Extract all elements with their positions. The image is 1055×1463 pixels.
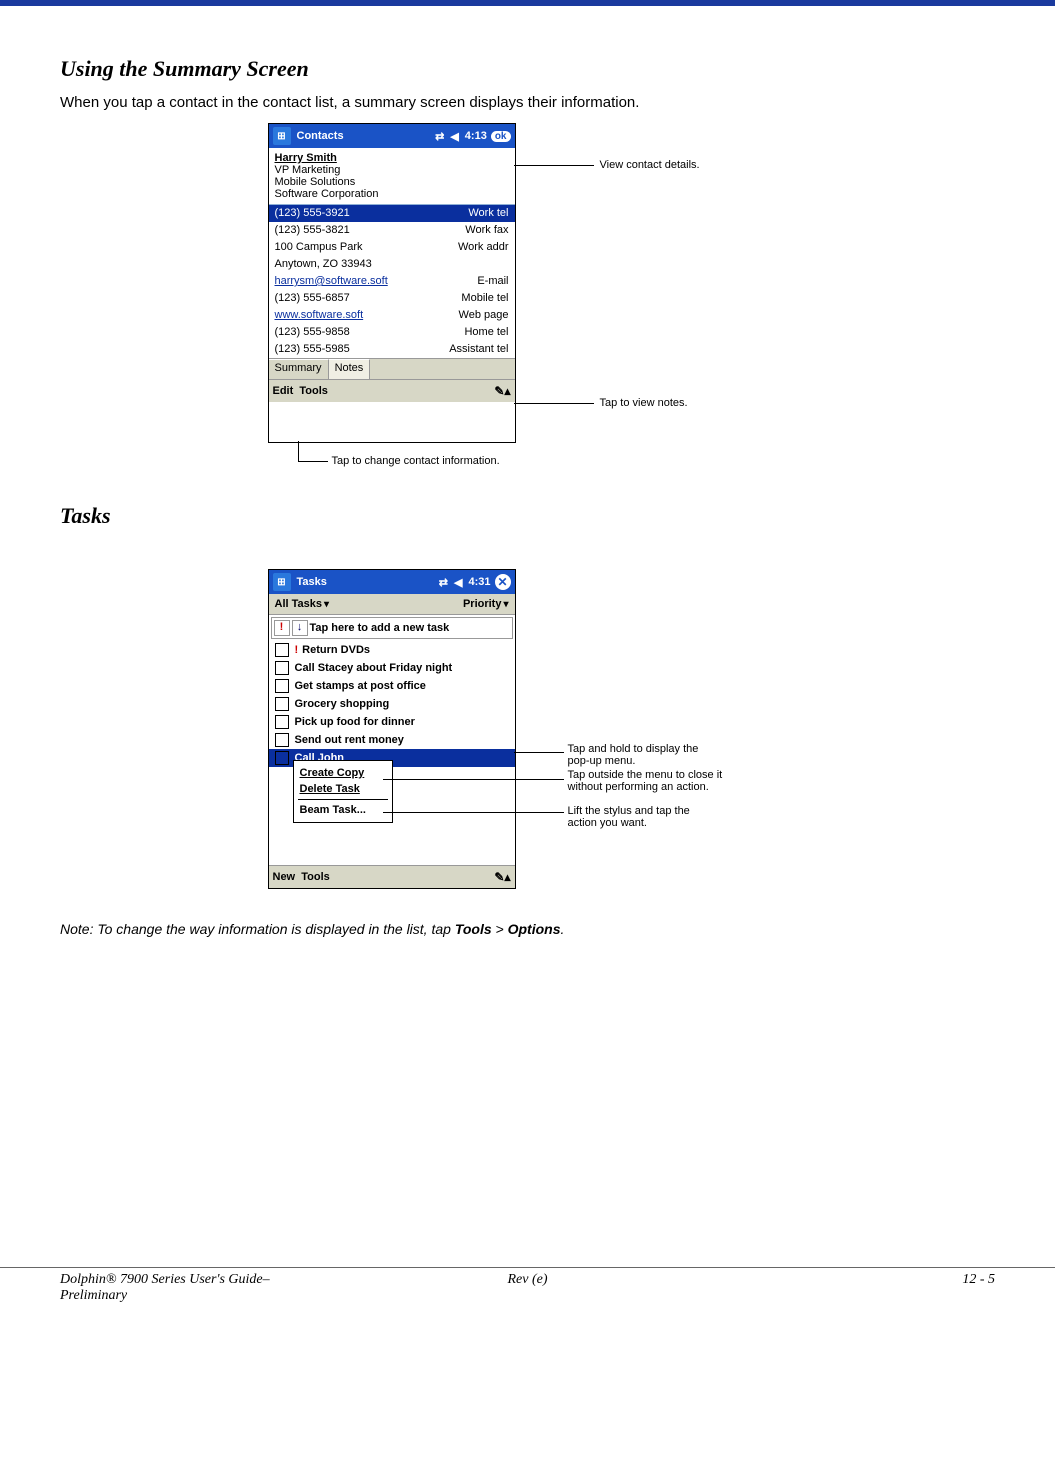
tasks-filter-bar: All Tasks▾ Priority▾: [269, 594, 515, 615]
contact-row[interactable]: (123) 555-9858Home tel: [269, 324, 515, 341]
close-button[interactable]: ✕: [495, 574, 511, 590]
footer-rule: [0, 1267, 1055, 1268]
contact-company1: Mobile Solutions: [275, 176, 509, 188]
contact-row[interactable]: www.software.softWeb page: [269, 307, 515, 324]
menu-delete-task[interactable]: Delete Task: [298, 781, 388, 797]
menu-tools-tasks[interactable]: Tools: [301, 871, 330, 883]
checkbox[interactable]: [275, 679, 289, 693]
callout-taphold: Tap and hold to display the pop-up menu.: [568, 743, 718, 767]
contact-row[interactable]: (123) 555-3821Work fax: [269, 222, 515, 239]
checkbox[interactable]: [275, 751, 289, 765]
task-list: !Return DVDsCall Stacey about Friday nig…: [269, 641, 515, 767]
footer-title: Dolphin® 7900 Series User's Guide–: [60, 1272, 270, 1287]
new-task-placeholder: Tap here to add a new task: [310, 622, 450, 634]
contact-fields: (123) 555-3921Work tel(123) 555-3821Work…: [269, 205, 515, 358]
top-border: [0, 0, 1055, 6]
task-row[interactable]: Send out rent money: [269, 731, 515, 749]
contact-row[interactable]: (123) 555-6857Mobile tel: [269, 290, 515, 307]
connectivity-icon: ⇄: [435, 130, 444, 143]
start-icon: ⊞: [273, 573, 291, 591]
contact-header: Harry Smith VP Marketing Mobile Solution…: [269, 148, 515, 205]
new-task-entry[interactable]: ! ↓ Tap here to add a new task: [271, 617, 513, 639]
callout-viewdetails: View contact details.: [600, 159, 700, 171]
connectivity-icon: ⇄: [439, 576, 448, 589]
tab-notes[interactable]: Notes: [329, 359, 371, 379]
sip-icon[interactable]: ✎▴: [494, 384, 510, 398]
heading-tasks: Tasks: [60, 503, 995, 529]
footer-rev: Rev (e): [434, 1272, 621, 1304]
callout-outside: Tap outside the menu to close it without…: [568, 769, 728, 793]
clock-time-tasks: 4:31: [468, 576, 490, 588]
filter-all[interactable]: All Tasks▾: [275, 598, 330, 610]
heading-summary: Using the Summary Screen: [60, 56, 995, 82]
titlebar-tasks: ⊞ Tasks ⇄ ◀ 4:31 ✕: [269, 570, 515, 594]
contact-row[interactable]: harrysm@software.softE-mail: [269, 273, 515, 290]
contact-row[interactable]: 100 Campus ParkWork addr: [269, 239, 515, 256]
callout-edit: Tap to change contact information.: [332, 455, 500, 467]
sip-icon[interactable]: ✎▴: [494, 870, 510, 884]
context-menu: Create Copy Delete Task Beam Task...: [293, 760, 393, 823]
tab-summary[interactable]: Summary: [269, 359, 329, 379]
contact-row[interactable]: (123) 555-5985Assistant tel: [269, 341, 515, 358]
menu-create-copy[interactable]: Create Copy: [298, 765, 388, 781]
checkbox[interactable]: [275, 733, 289, 747]
priority-high-icon: !: [274, 620, 290, 636]
menu-edit[interactable]: Edit: [273, 385, 294, 397]
footer-pagenum: 12 - 5: [621, 1272, 995, 1304]
figure-tasks: ⊞ Tasks ⇄ ◀ 4:31 ✕ All Tasks▾ Priority▾ …: [268, 569, 788, 911]
bottom-menu-tasks: New Tools ✎▴: [269, 865, 515, 888]
task-row[interactable]: Pick up food for dinner: [269, 713, 515, 731]
volume-icon: ◀: [454, 576, 462, 589]
checkbox[interactable]: [275, 715, 289, 729]
filter-priority[interactable]: Priority▾: [463, 598, 509, 610]
contact-company2: Software Corporation: [275, 188, 509, 200]
priority-icon: !: [295, 644, 299, 656]
priority-low-icon: ↓: [292, 620, 308, 636]
callout-notes: Tap to view notes.: [600, 397, 688, 409]
tasks-note: Note: To change the way information is d…: [60, 921, 995, 937]
checkbox[interactable]: [275, 643, 289, 657]
volume-icon: ◀: [450, 130, 458, 143]
page-footer: Dolphin® 7900 Series User's Guide– Preli…: [60, 1272, 995, 1304]
checkbox[interactable]: [275, 697, 289, 711]
app-title-tasks: Tasks: [297, 576, 327, 588]
task-row[interactable]: Grocery shopping: [269, 695, 515, 713]
device-tasks: ⊞ Tasks ⇄ ◀ 4:31 ✕ All Tasks▾ Priority▾ …: [268, 569, 516, 889]
contact-name[interactable]: Harry Smith: [275, 152, 509, 164]
contact-row[interactable]: (123) 555-3921Work tel: [269, 205, 515, 222]
ok-button[interactable]: ok: [491, 131, 511, 142]
device-contacts: ⊞ Contacts ⇄ ◀ 4:13 ok Harry Smith VP Ma…: [268, 123, 516, 443]
contact-row[interactable]: Anytown, ZO 33943: [269, 256, 515, 273]
task-row[interactable]: Call Stacey about Friday night: [269, 659, 515, 677]
figure-contacts: ⊞ Contacts ⇄ ◀ 4:13 ok Harry Smith VP Ma…: [268, 123, 788, 483]
footer-preliminary: Preliminary: [60, 1288, 127, 1303]
start-icon: ⊞: [273, 127, 291, 145]
app-title: Contacts: [297, 130, 344, 142]
tab-bar: Summary Notes: [269, 358, 515, 379]
task-row[interactable]: !Return DVDs: [269, 641, 515, 659]
clock-time: 4:13: [465, 130, 487, 142]
contact-title: VP Marketing: [275, 164, 509, 176]
menu-tools[interactable]: Tools: [299, 385, 328, 397]
checkbox[interactable]: [275, 661, 289, 675]
menu-separator: [298, 799, 388, 800]
task-row[interactable]: Get stamps at post office: [269, 677, 515, 695]
summary-intro: When you tap a contact in the contact li…: [60, 94, 995, 111]
titlebar-contacts: ⊞ Contacts ⇄ ◀ 4:13 ok: [269, 124, 515, 148]
menu-beam-task[interactable]: Beam Task...: [298, 802, 388, 818]
callout-lift: Lift the stylus and tap the action you w…: [568, 805, 718, 829]
bottom-menu: Edit Tools ✎▴: [269, 379, 515, 402]
menu-new[interactable]: New: [273, 871, 296, 883]
